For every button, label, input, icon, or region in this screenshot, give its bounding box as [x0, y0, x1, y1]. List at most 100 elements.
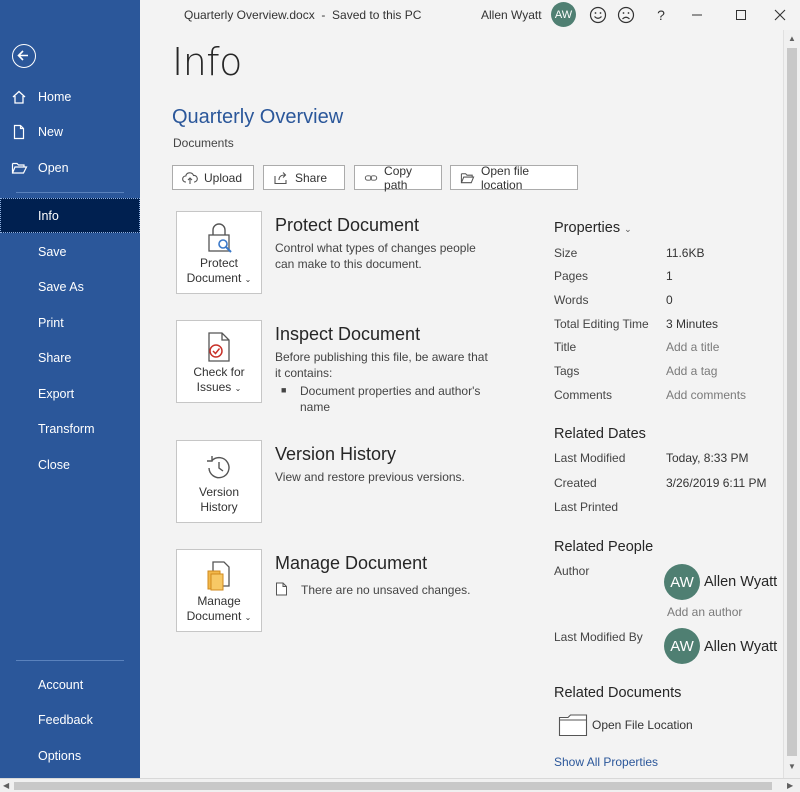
prop-key-pages: Pages — [554, 269, 589, 283]
sidebar-item-info[interactable]: Info — [0, 198, 140, 233]
inspect-document-title: Inspect Document — [275, 324, 421, 344]
protect-document-button[interactable]: Protect Document ⌄ — [176, 211, 262, 294]
manage-document-button[interactable]: Manage Document ⌄ — [176, 549, 262, 632]
vertical-scrollbar[interactable]: ▲ ▼ — [783, 30, 800, 778]
link-icon — [364, 174, 378, 181]
prop-key-editing-time: Total Editing Time — [554, 317, 649, 331]
tags-input[interactable]: Add a tag — [666, 364, 717, 378]
sidebar-divider — [16, 660, 124, 661]
prop-key-size: Size — [554, 246, 578, 260]
sidebar-item-label: Open — [38, 160, 69, 175]
version-history-desc: View and restore previous versions. — [275, 470, 465, 484]
upload-button[interactable]: Upload — [172, 165, 254, 190]
sidebar-item-export[interactable]: Export — [0, 376, 140, 411]
sidebar-item-share[interactable]: Share — [0, 340, 140, 375]
sidebar-item-feedback[interactable]: Feedback — [0, 702, 140, 737]
sidebar-item-account[interactable]: Account — [0, 667, 140, 702]
new-document-icon — [0, 124, 38, 140]
chevron-down-icon: ⌄ — [234, 384, 242, 393]
backstage-sidebar: Home New Open Info Save Save As Print Sh… — [0, 0, 140, 778]
sidebar-item-save[interactable]: Save — [0, 234, 140, 269]
folder-icon — [558, 714, 588, 737]
help-icon[interactable]: ? — [649, 4, 673, 26]
vertical-scroll-thumb[interactable] — [787, 48, 797, 756]
prop-key-last-modified-by: Last Modified By — [554, 630, 643, 644]
inspect-document-desc: Before publishing this file, be aware th… — [275, 350, 488, 380]
maximize-icon[interactable] — [729, 4, 753, 26]
copy-path-button[interactable]: Copy path — [354, 164, 442, 192]
properties-heading[interactable]: Properties ⌄ — [554, 220, 632, 236]
document-location: Documents — [173, 136, 234, 150]
prop-key-tags: Tags — [554, 364, 580, 378]
prop-value-size: 11.6KB — [666, 246, 705, 260]
prop-value-editing-time: 3 Minutes — [666, 317, 719, 331]
folder-icon — [460, 172, 475, 183]
open-folder-icon — [0, 160, 38, 176]
open-file-location-button[interactable]: Open file location — [450, 164, 578, 192]
prop-value-last-modified: Today, 8:33 PM — [666, 451, 749, 465]
open-file-location-link[interactable]: Open File Location — [558, 713, 693, 737]
sidebar-item-label: New — [38, 124, 64, 139]
author-name[interactable]: Allen Wyatt — [704, 574, 777, 590]
frown-feedback-icon[interactable] — [614, 4, 638, 26]
window-title: Quarterly Overview.docx - Saved to this … — [184, 8, 422, 22]
prop-key-author: Author — [554, 564, 590, 578]
share-icon — [274, 171, 287, 184]
horizontal-scroll-thumb[interactable] — [14, 782, 772, 790]
prop-value-words: 0 — [666, 293, 673, 307]
prop-key-words: Words — [554, 293, 589, 307]
bullet-icon: ■ — [281, 385, 287, 395]
protect-document-title: Protect Document — [275, 215, 420, 235]
lock-icon — [208, 223, 232, 253]
last-modified-by-avatar[interactable]: AW — [664, 628, 700, 664]
scroll-left-icon[interactable]: ◀ — [3, 781, 9, 790]
prop-key-created: Created — [554, 476, 597, 490]
horizontal-scrollbar[interactable]: ◀ ▶ — [0, 778, 800, 792]
scroll-down-icon[interactable]: ▼ — [788, 762, 796, 771]
close-window-icon[interactable] — [768, 4, 792, 26]
minimize-icon[interactable] — [685, 4, 709, 26]
sidebar-item-open[interactable]: Open — [0, 150, 140, 185]
check-for-issues-button[interactable]: Check for Issues ⌄ — [176, 320, 262, 403]
signed-in-user[interactable]: Allen Wyatt — [481, 8, 542, 22]
sidebar-item-close[interactable]: Close — [0, 447, 140, 482]
show-all-properties-link[interactable]: Show All Properties — [554, 755, 658, 769]
smile-feedback-icon[interactable] — [586, 4, 610, 26]
prop-key-last-printed: Last Printed — [554, 500, 619, 514]
chevron-down-icon: ⌄ — [244, 275, 252, 284]
last-modified-by-name[interactable]: Allen Wyatt — [704, 639, 777, 655]
upload-cloud-icon — [182, 171, 198, 184]
sidebar-item-label: Home — [38, 89, 72, 104]
sidebar-item-options[interactable]: Options — [0, 738, 140, 773]
version-history-button[interactable]: Version History — [176, 440, 262, 523]
inspect-bullet-item: ■ Document properties and author's name — [281, 384, 481, 414]
add-author-input[interactable]: Add an author — [667, 605, 742, 619]
sidebar-item-new[interactable]: New — [0, 114, 140, 149]
prop-value-pages: 1 — [666, 269, 673, 283]
page-title: Info — [172, 40, 242, 84]
scroll-up-icon[interactable]: ▲ — [788, 34, 796, 43]
share-button[interactable]: Share — [263, 165, 345, 190]
sidebar-divider — [16, 192, 124, 193]
author-avatar[interactable]: AW — [664, 564, 700, 600]
back-arrow-icon — [17, 50, 28, 61]
sidebar-item-home[interactable]: Home — [0, 79, 140, 114]
inspect-document-icon — [208, 332, 230, 362]
prop-key-last-modified: Last Modified — [554, 451, 626, 465]
history-clock-icon — [207, 456, 230, 479]
manage-document-desc: There are no unsaved changes. — [275, 582, 505, 598]
manage-document-title: Manage Document — [275, 553, 428, 573]
sidebar-item-transform[interactable]: Transform — [0, 411, 140, 446]
back-button[interactable] — [12, 44, 36, 68]
version-history-title: Version History — [275, 444, 397, 464]
sidebar-item-print[interactable]: Print — [0, 305, 140, 340]
comments-input[interactable]: Add comments — [666, 388, 746, 402]
document-icon — [276, 582, 287, 596]
related-people-heading: Related People — [554, 539, 654, 555]
prop-key-comments: Comments — [554, 388, 613, 402]
title-input[interactable]: Add a title — [666, 340, 719, 354]
scroll-right-icon[interactable]: ▶ — [787, 781, 793, 790]
user-avatar[interactable]: AW — [551, 2, 576, 27]
related-dates-heading: Related Dates — [554, 426, 646, 442]
sidebar-item-save-as[interactable]: Save As — [0, 269, 140, 304]
